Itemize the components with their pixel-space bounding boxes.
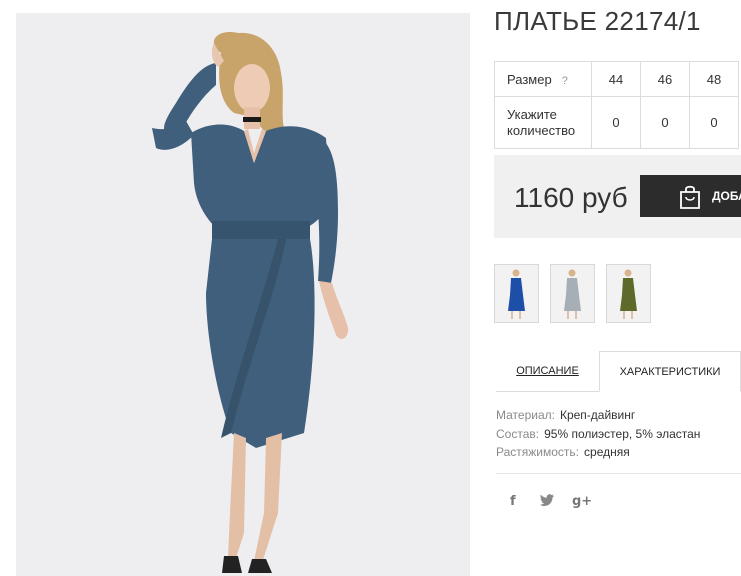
tab-description[interactable]: ОПИСАНИЕ bbox=[496, 351, 599, 391]
property-key: Материал: bbox=[496, 408, 555, 422]
property-key: Растяжимость: bbox=[496, 445, 580, 459]
thumbnail-grey-image bbox=[564, 269, 581, 319]
thumbnail-blue[interactable] bbox=[494, 264, 539, 323]
thumbnail-olive-image bbox=[620, 269, 637, 319]
thumb-dress-grey bbox=[564, 278, 581, 311]
thumb-dress-olive bbox=[620, 278, 637, 311]
thumbnail-blue-image bbox=[508, 269, 525, 319]
size-48: 48 bbox=[689, 61, 739, 97]
product-title: ПЛАТЬЕ 22174/1 bbox=[494, 6, 701, 36]
product-photo[interactable] bbox=[16, 13, 470, 576]
divider bbox=[496, 473, 741, 474]
size-help-icon[interactable]: ? bbox=[562, 75, 568, 87]
quantity-label-line2: количество bbox=[507, 122, 576, 138]
price-box: 1160 руб ДОБАВИТЬ bbox=[494, 155, 741, 238]
twitter-bird-glyph bbox=[540, 494, 554, 506]
add-to-cart-button[interactable]: ДОБАВИТЬ bbox=[640, 175, 741, 217]
thumb-dress-blue bbox=[508, 278, 525, 311]
property-key: Состав: bbox=[496, 426, 540, 441]
facebook-icon[interactable]: f bbox=[510, 494, 516, 509]
product-price: 1160 руб bbox=[514, 182, 628, 213]
property-value: 95% полиэстер, 5% эластан bbox=[544, 426, 701, 441]
shopping-bag-icon bbox=[680, 185, 700, 209]
product-properties: Материал: Креп-дайвинг Состав: 95% полиэст… bbox=[496, 406, 700, 462]
product-tabs: ОПИСАНИЕ ХАРАКТЕРИСТИКИ bbox=[496, 351, 741, 392]
quantity-input-46[interactable]: 0 bbox=[640, 96, 690, 149]
property-row: Материал: Креп-дайвинг bbox=[496, 406, 700, 425]
thumbnail-grey[interactable] bbox=[550, 264, 595, 323]
google-plus-icon[interactable]: g+ bbox=[572, 494, 592, 509]
twitter-icon[interactable] bbox=[540, 494, 554, 510]
quantity-input-44[interactable]: 0 bbox=[591, 96, 641, 149]
quantity-row-label: Укажите количество bbox=[494, 96, 592, 149]
property-value: Креп-дайвинг bbox=[559, 408, 636, 422]
size-quantity-table: Размер? 44 46 48 Укажите количество 0 0 … bbox=[494, 61, 739, 149]
size-row: Размер? 44 46 48 bbox=[494, 61, 739, 97]
quantity-row: Укажите количество 0 0 0 bbox=[494, 96, 739, 149]
property-value: средняя bbox=[584, 445, 630, 459]
property-row: Растяжимость: средняя bbox=[496, 443, 700, 462]
size-46: 46 bbox=[640, 61, 690, 97]
quantity-input-48[interactable]: 0 bbox=[689, 96, 739, 149]
model-dress-illustration bbox=[152, 32, 349, 573]
property-row: Состав: 95% полиэстер, 5% эластан bbox=[496, 425, 700, 444]
size-label-text: Размер bbox=[507, 71, 552, 87]
quantity-label-line1: Укажите bbox=[507, 106, 557, 122]
add-to-cart-label: ДОБАВИТЬ bbox=[712, 189, 741, 203]
tab-characteristics[interactable]: ХАРАКТЕРИСТИКИ bbox=[599, 351, 741, 392]
size-row-label: Размер? bbox=[494, 61, 592, 97]
size-44: 44 bbox=[591, 61, 641, 97]
thumbnail-olive[interactable] bbox=[606, 264, 651, 323]
